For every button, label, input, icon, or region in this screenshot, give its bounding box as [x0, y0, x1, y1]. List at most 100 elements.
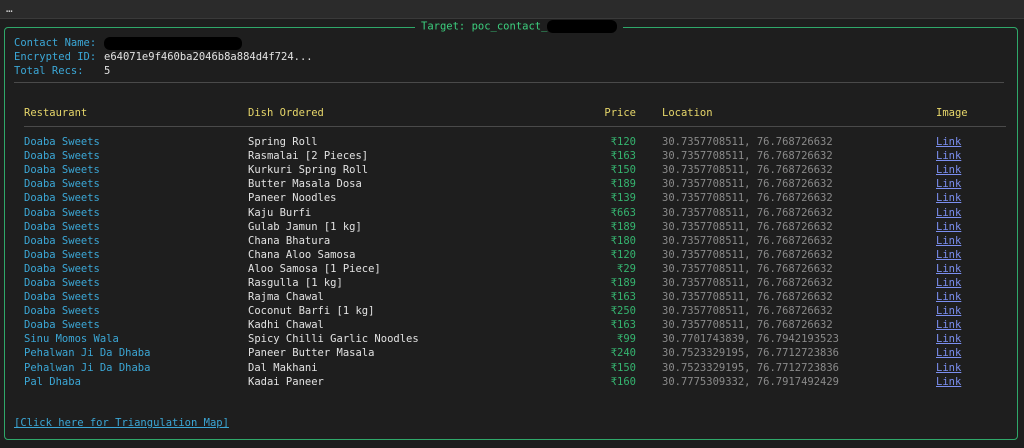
table-row: Doaba Sweets Coconut Barfi [1 kg] ₹250 30.7… — [24, 304, 1006, 318]
image-link[interactable]: Link — [936, 235, 961, 247]
image-link[interactable]: Link — [936, 362, 961, 374]
image-link[interactable]: Link — [936, 178, 961, 190]
image-cell: Link — [936, 304, 1006, 318]
image-link[interactable]: Link — [936, 192, 961, 204]
dish-cell: Chana Aloo Samosa — [248, 248, 356, 261]
location-cell: 30.7357708511, 76.768726632 — [662, 262, 833, 275]
price-cell: ₹163 — [610, 291, 636, 304]
price-cell: ₹150 — [610, 361, 636, 374]
table-row: Pehalwan Ji Da Dhaba Dal Makhani ₹150 30.75… — [24, 361, 1006, 375]
restaurant-cell: Doaba Sweets — [24, 136, 100, 149]
divider — [14, 82, 1004, 83]
price-cell: ₹160 — [610, 375, 636, 388]
table-row: Doaba Sweets Kurkuri Spring Roll ₹150 30.73… — [24, 163, 1006, 177]
image-link[interactable]: Link — [936, 347, 961, 359]
table-header-row: Restaurant Dish Ordered Price Location I… — [24, 106, 1006, 127]
image-link[interactable]: Link — [936, 291, 961, 303]
encrypted-id-label: Encrypted ID: — [14, 51, 97, 63]
restaurant-cell: Doaba Sweets — [24, 262, 100, 275]
image-link[interactable]: Link — [936, 150, 961, 162]
dish-cell: Chana Bhatura — [248, 234, 331, 247]
price-cell: ₹120 — [610, 136, 636, 149]
location-cell: 30.7357708511, 76.768726632 — [662, 150, 833, 163]
location-cell: 30.7357708511, 76.768726632 — [662, 192, 833, 205]
image-cell: Link — [936, 127, 1006, 150]
table-row: Doaba Sweets Butter Masala Dosa ₹189 30.735… — [24, 177, 1006, 191]
image-cell: Link — [936, 276, 1006, 290]
image-link[interactable]: Link — [936, 221, 961, 233]
price-cell: ₹189 — [610, 178, 636, 191]
table-row: Pal Dhaba Kadai Paneer ₹160 30.7775309332, … — [24, 375, 1006, 389]
price-cell: ₹139 — [610, 192, 636, 205]
more-icon[interactable]: … — [6, 2, 13, 15]
price-cell: ₹150 — [610, 164, 636, 177]
triangulation-map-link[interactable]: [Click here for Triangulation Map] — [14, 417, 229, 429]
image-cell: Link — [936, 346, 1006, 360]
location-cell: 30.7357708511, 76.768726632 — [662, 164, 833, 177]
price-cell: ₹163 — [610, 319, 636, 332]
restaurant-cell: Sinu Momos Wala — [24, 333, 119, 346]
location-cell: 30.7357708511, 76.768726632 — [662, 136, 833, 149]
dish-cell: Rajma Chawal — [248, 291, 324, 304]
image-link[interactable]: Link — [936, 376, 961, 388]
dish-cell: Spicy Chilli Garlic Noodles — [248, 333, 419, 346]
total-recs-row: Total Recs: 5 — [14, 64, 313, 78]
header-dish: Dish Ordered — [248, 106, 510, 127]
restaurant-cell: Doaba Sweets — [24, 276, 100, 289]
dish-cell: Kaju Burfi — [248, 206, 312, 219]
image-link[interactable]: Link — [936, 164, 961, 176]
dish-cell: Dal Makhani — [248, 361, 318, 374]
image-link[interactable]: Link — [936, 263, 961, 275]
image-cell: Link — [936, 375, 1006, 389]
panel-title: Target: poc_contact_ — [415, 20, 624, 33]
restaurant-cell: Doaba Sweets — [24, 206, 100, 219]
table-row: Doaba Sweets Spring Roll ₹120 30.7357708511… — [24, 127, 1006, 150]
price-cell: ₹163 — [610, 150, 636, 163]
location-cell: 30.7701743839, 76.7942193523 — [662, 333, 840, 346]
table-row: Doaba Sweets Aloo Samosa [1 Piece] ₹29 30.7… — [24, 262, 1006, 276]
dish-cell: Spring Roll — [248, 136, 318, 149]
image-link[interactable]: Link — [936, 305, 961, 317]
price-cell: ₹250 — [610, 305, 636, 318]
price-cell: ₹189 — [610, 220, 636, 233]
window-titlebar: … — [0, 0, 1024, 19]
image-cell: Link — [936, 361, 1006, 375]
table-row: Pehalwan Ji Da Dhaba Paneer Butter Masala… — [24, 346, 1006, 360]
encrypted-id-value: e64071e9f460ba2046b8a884d4f724... — [104, 51, 313, 63]
dish-cell: Paneer Butter Masala — [248, 347, 375, 360]
dish-cell: Kadhi Chawal — [248, 319, 324, 332]
table-row: Doaba Sweets Paneer Noodles ₹139 30.7357708… — [24, 191, 1006, 205]
image-link[interactable]: Link — [936, 277, 961, 289]
dish-cell: Paneer Noodles — [248, 192, 337, 205]
restaurant-cell: Doaba Sweets — [24, 305, 100, 318]
image-link[interactable]: Link — [936, 319, 961, 331]
image-cell: Link — [936, 191, 1006, 205]
location-cell: 30.7775309332, 76.7917492429 — [662, 375, 840, 388]
image-cell: Link — [936, 177, 1006, 191]
restaurant-cell: Doaba Sweets — [24, 319, 100, 332]
restaurant-cell: Doaba Sweets — [24, 248, 100, 261]
table-row: Doaba Sweets Kaju Burfi ₹663 30.7357708511,… — [24, 205, 1006, 219]
image-link[interactable]: Link — [936, 207, 961, 219]
restaurant-cell: Pehalwan Ji Da Dhaba — [24, 361, 151, 374]
price-cell: ₹120 — [610, 248, 636, 261]
encrypted-id-row: Encrypted ID: e64071e9f460ba2046b8a884d4f… — [14, 50, 313, 64]
header-location: Location — [636, 106, 936, 127]
image-link[interactable]: Link — [936, 136, 961, 148]
price-cell: ₹189 — [610, 276, 636, 289]
dish-cell: Coconut Barfi [1 kg] — [248, 305, 375, 318]
location-cell: 30.7357708511, 76.768726632 — [662, 234, 833, 247]
dish-cell: Gulab Jamun [1 kg] — [248, 220, 362, 233]
table-row: Sinu Momos Wala Spicy Chilli Garlic Noodl… — [24, 332, 1006, 346]
table-row: Doaba Sweets Chana Bhatura ₹180 30.73577085… — [24, 234, 1006, 248]
image-link[interactable]: Link — [936, 249, 961, 261]
restaurant-cell: Doaba Sweets — [24, 291, 100, 304]
table-row: Doaba Sweets Chana Aloo Samosa ₹120 30.7357… — [24, 248, 1006, 262]
dish-cell: Kurkuri Spring Roll — [248, 164, 369, 177]
image-link[interactable]: Link — [936, 333, 961, 345]
contact-meta: Contact Name: Encrypted ID: e64071e9f460b… — [14, 36, 313, 78]
location-cell: 30.7523329195, 76.7712723836 — [662, 361, 840, 374]
table-row: Doaba Sweets Rajma Chawal ₹163 30.735770851… — [24, 290, 1006, 304]
location-cell: 30.7357708511, 76.768726632 — [662, 206, 833, 219]
restaurant-cell: Doaba Sweets — [24, 178, 100, 191]
